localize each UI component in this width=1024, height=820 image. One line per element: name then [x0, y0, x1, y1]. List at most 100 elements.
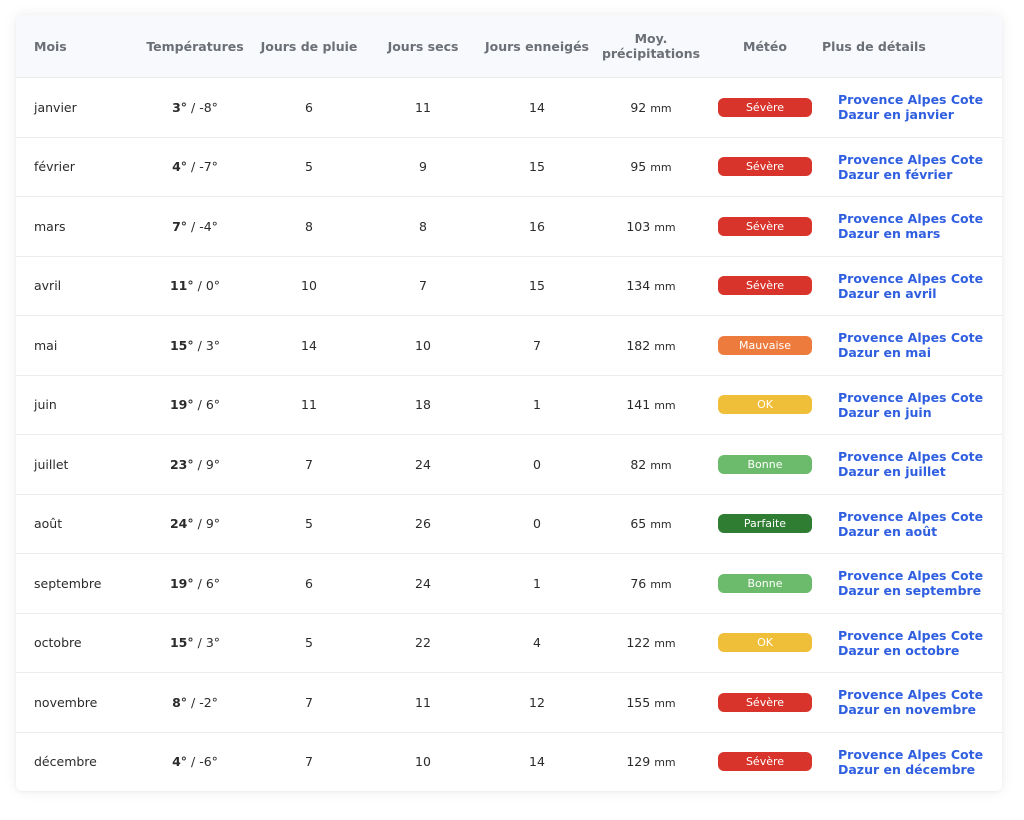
details-link[interactable]: Provence Alpes Cote Dazur en octobre: [838, 628, 983, 658]
dry-days-cell: 7: [419, 278, 427, 294]
month-cell: juillet: [34, 456, 69, 472]
precipitation-value: 95: [630, 159, 647, 175]
precipitation-cell: 182 mm: [592, 338, 710, 353]
temperature-cell: 8° / -2°: [136, 695, 254, 710]
precipitation-unit: mm: [654, 280, 676, 294]
details-link[interactable]: Provence Alpes Cote Dazur en janvier: [838, 92, 983, 122]
temperature-cell: 4° / -6°: [136, 754, 254, 769]
weather-badge: Mauvaise: [718, 335, 812, 355]
dry-days-cell: 26: [415, 516, 431, 532]
temp-separator: /: [191, 159, 196, 175]
snow-days-cell: 0: [533, 456, 541, 472]
temperature-cell: 19° / 6°: [136, 576, 254, 591]
details-link[interactable]: Provence Alpes Cote Dazur en novembre: [838, 687, 983, 717]
temp-min: 3°: [205, 635, 221, 651]
details-cell: Provence Alpes Cote Dazur en août: [820, 509, 1002, 539]
weather-cell: Mauvaise: [710, 335, 820, 355]
table-row: novembre 8° / -2° 7 11 12 155 mm Sévère Provenc…: [16, 672, 1002, 732]
header-jours-enneiges: Jours enneigés: [485, 38, 589, 54]
temperature-cell: 15° / 3°: [136, 338, 254, 353]
precipitation-cell: 92 mm: [592, 100, 710, 115]
precipitation-unit: mm: [654, 399, 676, 413]
details-link[interactable]: Provence Alpes Cote Dazur en février: [838, 152, 983, 182]
rain-days-cell: 6: [305, 575, 313, 591]
weather-badge: OK: [718, 395, 812, 415]
temp-separator: /: [197, 397, 202, 413]
details-link[interactable]: Provence Alpes Cote Dazur en juillet: [838, 449, 983, 479]
precipitation-cell: 134 mm: [592, 278, 710, 293]
weather-cell: Sévère: [710, 216, 820, 236]
temp-max: 3°: [172, 99, 188, 115]
precipitation-unit: mm: [650, 101, 672, 115]
month-cell: avril: [34, 278, 62, 294]
rain-days-cell: 7: [305, 456, 313, 472]
temperature-cell: 24° / 9°: [136, 516, 254, 531]
rain-days-cell: 5: [305, 516, 313, 532]
temp-max: 19°: [169, 575, 194, 591]
table-body: janvier 3° / -8° 6 11 14 92 mm Sévère Provence …: [16, 77, 1002, 791]
temp-max: 24°: [169, 516, 194, 532]
temp-min: -8°: [199, 99, 218, 115]
temp-separator: /: [191, 754, 196, 770]
precipitation-value: 65: [630, 516, 647, 532]
temperature-cell: 7° / -4°: [136, 219, 254, 234]
weather-cell: Bonne: [710, 573, 820, 593]
details-link[interactable]: Provence Alpes Cote Dazur en décembre: [838, 747, 983, 777]
month-cell: octobre: [34, 635, 82, 651]
temperature-cell: 15° / 3°: [136, 635, 254, 650]
details-cell: Provence Alpes Cote Dazur en novembre: [820, 687, 1002, 717]
details-link[interactable]: Provence Alpes Cote Dazur en avril: [838, 271, 983, 301]
details-link-line2: Dazur en mai: [838, 345, 931, 361]
snow-days-cell: 4: [533, 635, 541, 651]
details-link-line2: Dazur en avril: [838, 285, 937, 301]
details-link[interactable]: Provence Alpes Cote Dazur en mai: [838, 330, 983, 360]
temperature-cell: 19° / 6°: [136, 397, 254, 412]
rain-days-cell: 11: [301, 397, 317, 413]
table-row: janvier 3° / -8° 6 11 14 92 mm Sévère Provence …: [16, 77, 1002, 137]
month-cell: août: [34, 516, 63, 532]
rain-days-cell: 6: [305, 99, 313, 115]
header-details: Plus de détails: [822, 38, 926, 54]
details-link[interactable]: Provence Alpes Cote Dazur en septembre: [838, 568, 983, 598]
header-jours-pluie: Jours de pluie: [260, 38, 358, 54]
weather-badge: Bonne: [718, 573, 812, 593]
dry-days-cell: 24: [415, 456, 431, 472]
weather-badge: Sévère: [718, 97, 812, 117]
precipitation-value: 122: [626, 635, 651, 651]
precipitation-unit: mm: [654, 696, 676, 710]
precipitation-value: 155: [626, 694, 651, 710]
rain-days-cell: 10: [301, 278, 317, 294]
details-link[interactable]: Provence Alpes Cote Dazur en août: [838, 509, 983, 539]
rain-days-cell: 7: [305, 754, 313, 770]
header-jours-secs: Jours secs: [387, 38, 459, 54]
dry-days-cell: 10: [415, 337, 431, 353]
precipitation-value: 182: [626, 337, 651, 353]
snow-days-cell: 14: [529, 99, 545, 115]
snow-days-cell: 15: [529, 159, 545, 175]
temp-separator: /: [197, 575, 202, 591]
dry-days-cell: 22: [415, 635, 431, 651]
snow-days-cell: 12: [529, 694, 545, 710]
month-cell: juin: [34, 397, 57, 413]
details-link-line1: Provence Alpes Cote: [838, 627, 984, 643]
temp-separator: /: [197, 456, 202, 472]
precipitation-unit: mm: [650, 161, 672, 175]
temp-separator: /: [191, 218, 196, 234]
details-link-line1: Provence Alpes Cote: [838, 92, 984, 108]
details-cell: Provence Alpes Cote Dazur en décembre: [820, 747, 1002, 777]
temp-max: 8°: [172, 694, 188, 710]
temp-separator: /: [197, 635, 202, 651]
details-link[interactable]: Provence Alpes Cote Dazur en juin: [838, 390, 983, 420]
month-cell: février: [34, 159, 75, 175]
temp-max: 15°: [169, 337, 194, 353]
precipitation-value: 92: [630, 99, 647, 115]
header-precipitations: Moy. précipitations: [592, 31, 710, 61]
weather-cell: Sévère: [710, 97, 820, 117]
details-link[interactable]: Provence Alpes Cote Dazur en mars: [838, 211, 983, 241]
details-cell: Provence Alpes Cote Dazur en juillet: [820, 449, 1002, 479]
weather-cell: Bonne: [710, 454, 820, 474]
dry-days-cell: 18: [415, 397, 431, 413]
temp-min: 6°: [205, 397, 221, 413]
header-temperatures: Températures: [146, 38, 244, 54]
snow-days-cell: 0: [533, 516, 541, 532]
